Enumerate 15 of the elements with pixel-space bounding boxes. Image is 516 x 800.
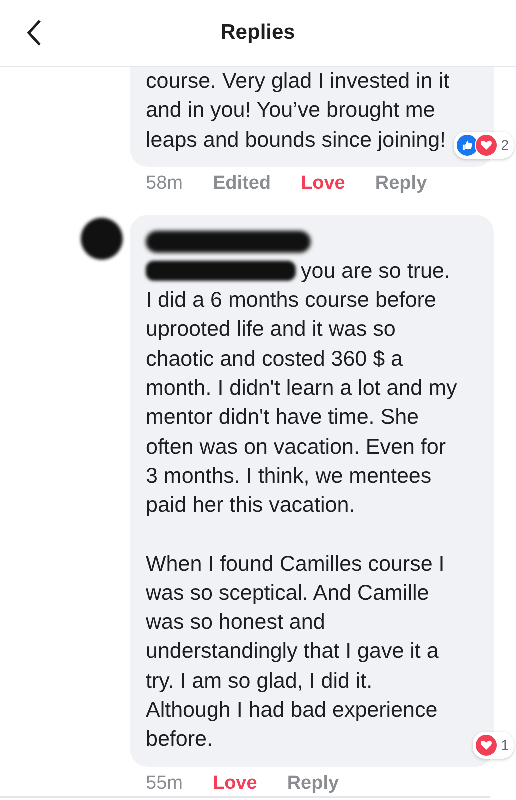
edited-label[interactable]: Edited bbox=[212, 172, 272, 203]
reaction-badge[interactable]: 1 bbox=[473, 732, 514, 759]
back-icon[interactable] bbox=[26, 19, 42, 47]
redacted-avatar bbox=[80, 216, 124, 261]
reply-link[interactable]: Reply bbox=[375, 172, 428, 203]
comment-time: 55m bbox=[146, 772, 183, 796]
love-link[interactable]: Love bbox=[301, 172, 346, 203]
comment-time: 58m bbox=[146, 172, 183, 196]
reaction-badge[interactable]: 2 bbox=[454, 132, 514, 159]
page-title: Replies bbox=[220, 21, 296, 45]
comment-text: course. Very glad I invested in it and in you! You’ve brought me leaps and bounds since joining! bbox=[146, 68, 451, 154]
reply-link[interactable]: Reply bbox=[287, 772, 340, 800]
comment-text: When I found Camilles course I was so sceptical. And Camille was so honest and understandingly that I gave it a try. I am so glad, I did it. Although I had bad experience before. bbox=[146, 550, 446, 754]
love-link[interactable]: Love bbox=[212, 772, 258, 800]
comment-text: you are so true. I did a 6 months course before uprooted life and it was so chaotic and costed 360 $ a month. I didn't learn a lot and my mentor didn't have time. She often was on vacation. Even for 3 months. I think, we mentees paid her this vacation. bbox=[146, 258, 458, 520]
